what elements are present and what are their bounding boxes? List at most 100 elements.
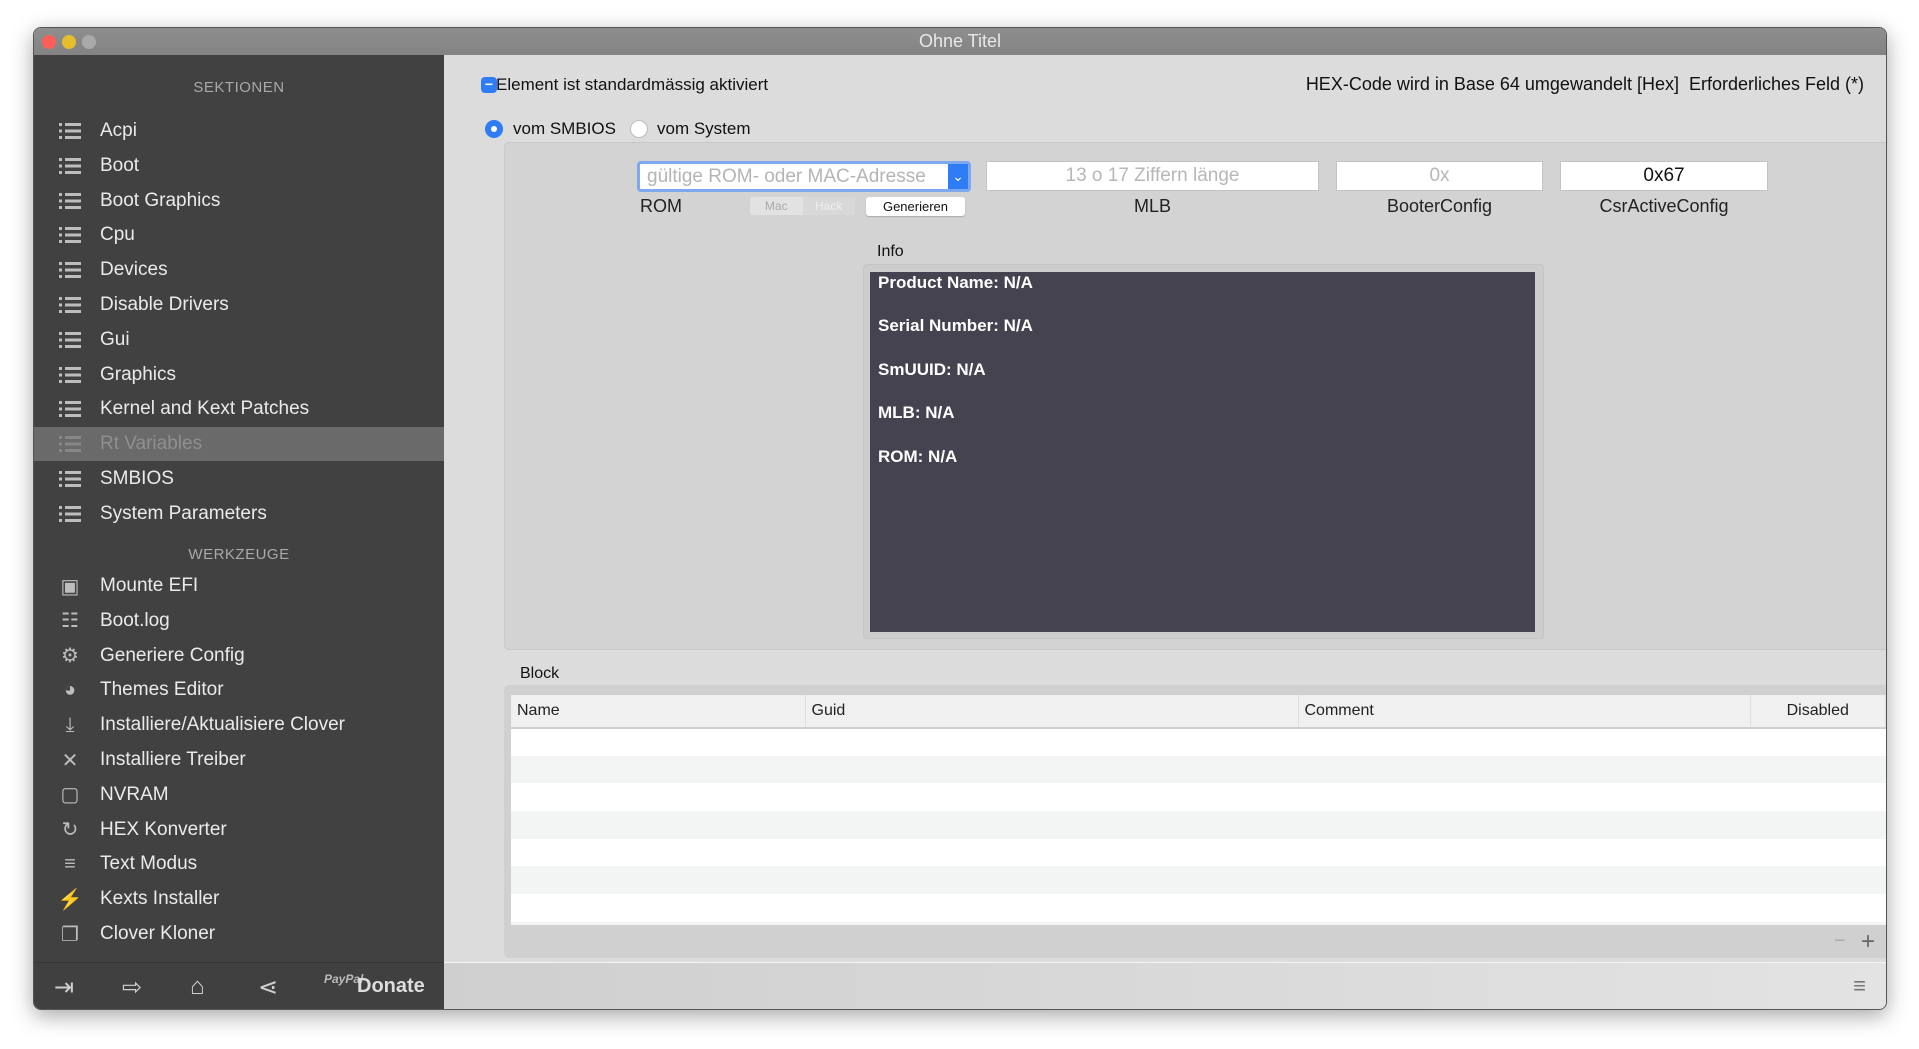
- rom-combobox[interactable]: gültige ROM- oder MAC-Adresse ⌄: [637, 161, 971, 192]
- disk-icon: ▣: [60, 575, 80, 598]
- list-icon: [58, 157, 82, 175]
- sidebar-item-graphics[interactable]: Graphics: [34, 358, 444, 392]
- info-line: SmUUID: N/A: [878, 359, 986, 379]
- table-row[interactable]: [511, 728, 1886, 756]
- sidebar-item-acpi[interactable]: Acpi: [34, 114, 444, 148]
- remove-row-button[interactable]: −: [1834, 930, 1846, 953]
- close-button[interactable]: [42, 35, 56, 49]
- sidebar-tool-mounte-efi[interactable]: ▣ Mounte EFI: [34, 569, 444, 603]
- mlb-input[interactable]: 13 o 17 Ziffern länge: [986, 161, 1319, 191]
- sidebar-item-boot-graphics[interactable]: Boot Graphics: [34, 184, 444, 218]
- sidebar-item-label: Boot: [100, 154, 140, 176]
- mlb-label: MLB: [1133, 196, 1171, 216]
- sidebar-item-label: Boot Graphics: [100, 189, 221, 211]
- sidebar-item-boot[interactable]: Boot: [34, 149, 444, 183]
- segment-mac[interactable]: Mac: [750, 197, 803, 215]
- sidebar-tool-installiere-aktualisiere-clover[interactable]: ⤓ Installiere/Aktualisiere Clover: [34, 708, 444, 742]
- share-icon[interactable]: ⋖: [258, 973, 278, 1002]
- sidebar-tool-hex-konverter[interactable]: ↻ HEX Konverter: [34, 813, 444, 847]
- donate-label: Donate: [357, 975, 425, 997]
- sidebar-item-devices[interactable]: Devices: [34, 253, 444, 287]
- radio-system-label: vom System: [657, 119, 751, 138]
- text-icon: ≡: [64, 852, 76, 875]
- sidebar-item-system-parameters[interactable]: System Parameters: [34, 497, 444, 531]
- sidebar-tool-label: Installiere/Aktualisiere Clover: [100, 714, 345, 736]
- sidebar-tool-clover-kloner[interactable]: ❐ Clover Kloner: [34, 917, 444, 951]
- sidebar-tool-label: HEX Konverter: [100, 818, 227, 840]
- booterconfig-input[interactable]: 0x: [1336, 161, 1543, 191]
- radio-smbios-label: vom SMBIOS: [513, 119, 616, 138]
- list-icon: [58, 122, 82, 140]
- sidebar-tool-text-modus[interactable]: ≡ Text Modus: [34, 847, 444, 881]
- sidebar-tool-installiere-treiber[interactable]: ✕ Installiere Treiber: [34, 743, 444, 777]
- sidebar-item-label: System Parameters: [100, 502, 267, 524]
- sidebar-item-kernel-and-kext-patches[interactable]: Kernel and Kext Patches: [34, 392, 444, 426]
- gears-icon: ⚙: [61, 645, 79, 668]
- table-row[interactable]: [511, 755, 1886, 784]
- column-header-guid[interactable]: Guid: [805, 695, 1299, 729]
- column-header-disabled[interactable]: Disabled: [1750, 695, 1886, 729]
- list-icon: [58, 192, 82, 210]
- enabled-checkbox[interactable]: −: [481, 77, 497, 93]
- sidebar-item-smbios[interactable]: SMBIOS: [34, 462, 444, 496]
- sidebar-item-cpu[interactable]: Cpu: [34, 218, 444, 252]
- csractiveconfig-input[interactable]: 0x67: [1560, 161, 1768, 191]
- tools-header: WERKZEUGE: [188, 546, 290, 563]
- info-line: Serial Number: N/A: [878, 316, 1033, 336]
- zoom-button[interactable]: [82, 35, 96, 49]
- sidebar-tool-label: Installiere Treiber: [100, 749, 246, 770]
- list-icon: [58, 366, 82, 384]
- column-header-name[interactable]: Name: [511, 695, 806, 729]
- home-icon[interactable]: ⌂: [190, 973, 205, 1001]
- palette-icon: ◕: [63, 678, 77, 701]
- download-icon: ⤓: [65, 713, 75, 736]
- sidebar-tool-kexts-installer[interactable]: ⚡ Kexts Installer: [34, 882, 444, 916]
- window-title: Ohne Titel: [918, 31, 1002, 51]
- table-row[interactable]: [511, 866, 1886, 895]
- rom-label: ROM: [640, 196, 682, 216]
- table-row[interactable]: [511, 921, 1886, 925]
- sidebar-item-label: Gui: [100, 328, 130, 350]
- list-icon: [58, 261, 82, 279]
- sidebar-toolbar: ⇥ ⇨ ⌂ ⋖ PayPal Donate: [34, 962, 444, 1009]
- export-icon[interactable]: ⇨: [122, 973, 142, 1002]
- hex-note: HEX-Code wird in Base 64 umgewandelt [He…: [1305, 74, 1679, 94]
- table-row[interactable]: [511, 894, 1886, 922]
- list-icon: [58, 505, 82, 523]
- chevron-down-icon[interactable]: ⌄: [948, 164, 968, 189]
- rom-input[interactable]: gültige ROM- oder MAC-Adresse: [647, 166, 926, 188]
- sidebar-item-gui[interactable]: Gui: [34, 323, 444, 357]
- sidebar-item-label: Rt Variables: [100, 433, 203, 455]
- radio-smbios[interactable]: [485, 120, 503, 138]
- minimize-button[interactable]: [62, 35, 76, 49]
- table-row[interactable]: [511, 811, 1886, 839]
- segment-hack[interactable]: Hack: [802, 197, 855, 215]
- smbios-group: gültige ROM- oder MAC-Adresse ⌄ ROM Mac …: [504, 142, 1886, 650]
- menu-icon[interactable]: ≡: [1853, 973, 1866, 999]
- info-line: ROM: N/A: [878, 446, 958, 466]
- info-line: MLB: N/A: [878, 403, 955, 423]
- sidebar-tool-label: Generiere Config: [100, 644, 245, 666]
- donate-button[interactable]: PayPal Donate: [324, 971, 444, 1005]
- sidebar-item-rt-variables[interactable]: Rt Variables: [34, 427, 444, 462]
- generate-button[interactable]: Generieren: [866, 197, 965, 216]
- sidebar-tool-themes-editor[interactable]: ◕ Themes Editor: [34, 673, 444, 707]
- sidebar: SEKTIONEN Acpi Boot Boot Graphics Cpu Device…: [34, 55, 444, 962]
- plug-icon: ⚡: [57, 888, 83, 911]
- sidebar-item-disable-drivers[interactable]: Disable Drivers: [34, 288, 444, 322]
- sidebar-tool-boot-log[interactable]: ☷ Boot.log: [34, 604, 444, 638]
- column-header-comment[interactable]: Comment: [1298, 695, 1751, 729]
- radio-system[interactable]: [630, 120, 648, 138]
- table-row[interactable]: [511, 783, 1886, 812]
- table-row[interactable]: [511, 838, 1886, 867]
- sidebar-item-label: Disable Drivers: [100, 294, 229, 315]
- sidebar-tool-label: Clover Kloner: [100, 923, 216, 944]
- import-icon[interactable]: ⇥: [54, 973, 74, 1002]
- refresh-icon: ↻: [61, 819, 79, 842]
- sidebar-tool-generiere-config[interactable]: ⚙ Generiere Config: [34, 639, 444, 673]
- sidebar-tool-nvram[interactable]: ▢ NVRAM: [34, 778, 444, 812]
- sections-header: SEKTIONEN: [193, 79, 285, 96]
- sidebar-tool-label: Boot.log: [100, 609, 170, 631]
- add-row-button[interactable]: +: [1861, 928, 1875, 956]
- block-panel: Name Guid Comment Disabled − +: [504, 685, 1886, 958]
